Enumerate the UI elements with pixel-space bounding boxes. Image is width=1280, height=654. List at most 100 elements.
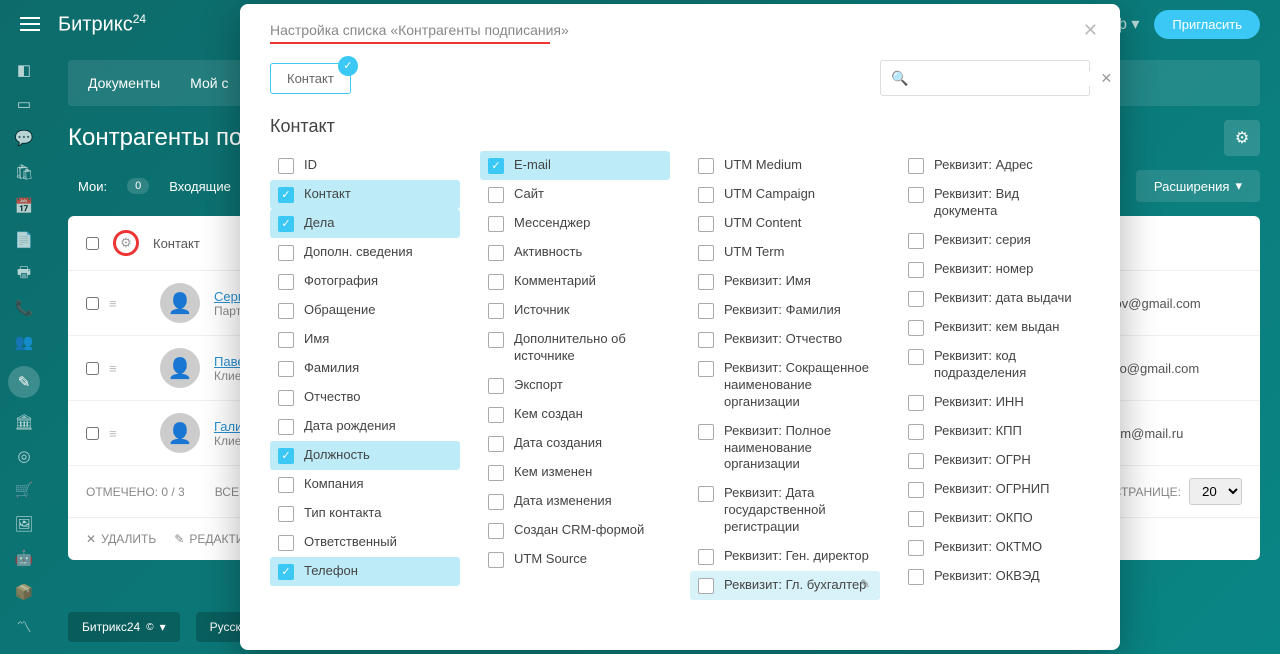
field-checkbox-item[interactable]: Фотография [270, 267, 460, 296]
field-checkbox-item[interactable]: Реквизит: Отчество [690, 325, 880, 354]
entity-pill[interactable]: Контакт ✓ [270, 63, 351, 94]
bitrix-button[interactable]: Битрикс24© ▾ [68, 612, 180, 642]
field-checkbox-item[interactable]: Реквизит: дата выдачи [900, 284, 1090, 313]
field-label: Экспорт [514, 377, 563, 394]
field-checkbox-item[interactable]: Обращение [270, 296, 460, 325]
field-checkbox-item[interactable]: Имя [270, 325, 460, 354]
select-all-checkbox[interactable] [86, 237, 99, 250]
field-checkbox-item[interactable]: Реквизит: ОКПО [900, 504, 1090, 533]
field-checkbox-item[interactable]: ✓E-mail [480, 151, 670, 180]
field-checkbox-item[interactable]: Реквизит: Имя [690, 267, 880, 296]
rail-icon[interactable]: ◎ [14, 446, 34, 466]
field-checkbox-item[interactable]: Источник [480, 296, 670, 325]
field-checkbox-item[interactable]: Реквизит: ОГРНИП [900, 475, 1090, 504]
field-checkbox-item[interactable]: Реквизит: Дата государственной регистрац… [690, 479, 880, 542]
close-icon[interactable]: ✕ [1083, 20, 1098, 41]
field-checkbox-item[interactable]: Сайт [480, 180, 670, 209]
field-checkbox-item[interactable]: Дата рождения [270, 412, 460, 441]
row-checkbox[interactable] [86, 297, 99, 310]
field-checkbox-item[interactable]: Реквизит: Гл. бухгалтер✎ [690, 571, 880, 600]
field-checkbox-item[interactable]: Реквизит: ИНН [900, 388, 1090, 417]
field-checkbox-item[interactable]: Дата изменения [480, 487, 670, 516]
row-checkbox[interactable] [86, 427, 99, 440]
rail-icon[interactable]: 💬 [14, 128, 34, 148]
field-checkbox-item[interactable]: Дата создания [480, 429, 670, 458]
pencil-icon[interactable]: ✎ [860, 577, 870, 593]
rail-icon[interactable]: 〽 [14, 616, 34, 636]
field-checkbox-item[interactable]: Компания [270, 470, 460, 499]
rail-icon[interactable]: 🛍 [14, 162, 34, 182]
col-header-contact[interactable]: Контакт [153, 236, 200, 251]
field-checkbox-item[interactable]: Реквизит: серия [900, 226, 1090, 255]
field-checkbox-item[interactable]: Реквизит: Вид документа [900, 180, 1090, 226]
field-checkbox-item[interactable]: Реквизит: Полное наименование организаци… [690, 417, 880, 480]
field-checkbox-item[interactable]: Реквизит: ОКТМО [900, 533, 1090, 562]
field-checkbox-item[interactable]: UTM Medium [690, 151, 880, 180]
invite-button[interactable]: Пригласить [1154, 10, 1260, 39]
field-checkbox-item[interactable]: Кем создан [480, 400, 670, 429]
field-checkbox-item[interactable]: ✓Должность [270, 441, 460, 470]
field-checkbox-item[interactable]: ID [270, 151, 460, 180]
field-checkbox-item[interactable]: Реквизит: Фамилия [690, 296, 880, 325]
tab-documents[interactable]: Документы [88, 75, 160, 91]
field-checkbox-item[interactable]: Реквизит: ОГРН [900, 446, 1090, 475]
field-checkbox-item[interactable]: ✓Телефон [270, 557, 460, 586]
checkbox-icon [908, 540, 924, 556]
rail-icon[interactable]: 📞 [14, 298, 34, 318]
row-checkbox[interactable] [86, 362, 99, 375]
field-checkbox-item[interactable]: Реквизит: ОКВЭД [900, 562, 1090, 591]
field-checkbox-item[interactable]: Реквизит: Адрес [900, 151, 1090, 180]
clear-icon[interactable]: ✕ [1100, 70, 1112, 87]
search-input[interactable] [916, 71, 1092, 86]
field-checkbox-item[interactable]: Реквизит: код подразделения [900, 342, 1090, 388]
field-checkbox-item[interactable]: Реквизит: кем выдан [900, 313, 1090, 342]
row-menu-icon[interactable]: ≡ [109, 296, 115, 311]
field-checkbox-item[interactable]: Дополн. сведения [270, 238, 460, 267]
menu-icon[interactable] [20, 17, 40, 31]
rail-icon[interactable]: 🤖 [14, 548, 34, 568]
rail-icon[interactable]: ▭ [14, 94, 34, 114]
field-checkbox-item[interactable]: Кем изменен [480, 458, 670, 487]
field-checkbox-item[interactable]: UTM Campaign [690, 180, 880, 209]
field-checkbox-item[interactable]: Фамилия [270, 354, 460, 383]
field-checkbox-item[interactable]: Активность [480, 238, 670, 267]
field-checkbox-item[interactable]: UTM Content [690, 209, 880, 238]
rail-icon[interactable]: 🖼 [14, 514, 34, 534]
fields-columns: ID✓Контакт✓ДелаДополн. сведенияФотографи… [270, 151, 1090, 600]
rail-icon[interactable]: 🛒 [14, 480, 34, 500]
field-checkbox-item[interactable]: Комментарий [480, 267, 670, 296]
field-checkbox-item[interactable]: UTM Term [690, 238, 880, 267]
rail-icon[interactable]: 🏛 [14, 412, 34, 432]
field-checkbox-item[interactable]: ✓Дела [270, 209, 460, 238]
grid-settings-icon[interactable]: ⚙ [113, 230, 139, 256]
row-menu-icon[interactable]: ≡ [109, 361, 115, 376]
rail-icon[interactable]: 🖶 [14, 264, 34, 284]
page-settings-icon[interactable]: ⚙ [1224, 120, 1260, 156]
field-checkbox-item[interactable]: Реквизит: Сокращенное наименование орган… [690, 354, 880, 417]
rail-icon[interactable]: 👥 [14, 332, 34, 352]
field-checkbox-item[interactable]: Дополнительно об источнике [480, 325, 670, 371]
field-checkbox-item[interactable]: Тип контакта [270, 499, 460, 528]
rail-icon[interactable]: 📦 [14, 582, 34, 602]
delete-button[interactable]: ✕ УДАЛИТЬ [86, 532, 156, 546]
field-checkbox-item[interactable]: Ответственный [270, 528, 460, 557]
rail-icon[interactable]: 📄 [14, 230, 34, 250]
onpage-select[interactable]: 20 [1189, 478, 1242, 505]
extensions-button[interactable]: Расширения▾ [1136, 170, 1260, 202]
field-checkbox-item[interactable]: Отчество [270, 383, 460, 412]
field-checkbox-item[interactable]: Реквизит: номер [900, 255, 1090, 284]
field-checkbox-item[interactable]: ✓Контакт [270, 180, 460, 209]
tab-my[interactable]: Мой с [190, 75, 228, 91]
field-checkbox-item[interactable]: UTM Source [480, 545, 670, 574]
field-checkbox-item[interactable]: Экспорт [480, 371, 670, 400]
filter-incoming[interactable]: Входящие [169, 179, 231, 194]
rail-icon[interactable]: 📅 [14, 196, 34, 216]
field-checkbox-item[interactable]: Реквизит: КПП [900, 417, 1090, 446]
rail-icon-active[interactable]: ✎ [8, 366, 40, 398]
field-checkbox-item[interactable]: Мессенджер [480, 209, 670, 238]
search-box[interactable]: 🔍 ✕ [880, 60, 1090, 96]
field-checkbox-item[interactable]: Создан CRM-формой [480, 516, 670, 545]
field-checkbox-item[interactable]: Реквизит: Ген. директор [690, 542, 880, 571]
rail-icon[interactable]: ◧ [14, 60, 34, 80]
row-menu-icon[interactable]: ≡ [109, 426, 115, 441]
